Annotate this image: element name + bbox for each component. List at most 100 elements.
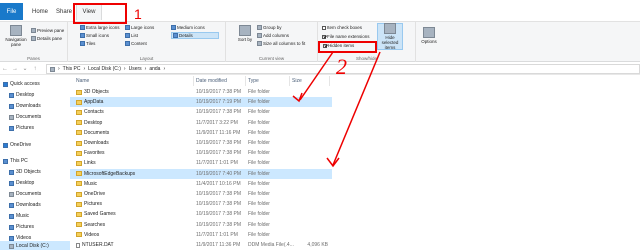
column-header-type[interactable]: Type [246,76,290,86]
table-row[interactable]: Videos 11/7/2017 1:01 PM File folder [70,230,640,240]
table-row[interactable]: Favorites 10/19/2017 7:38 PM File folder [70,148,640,158]
tab-file[interactable]: File [0,3,23,20]
sidebar-item-pictures[interactable]: Pictures [9,123,34,133]
up-arrow-icon[interactable]: ↑ [30,66,40,72]
group-by-button[interactable]: Group by [257,25,282,30]
folder-icon [76,130,82,136]
list-button[interactable]: List [125,33,138,38]
row-size [292,189,328,199]
recent-chevron-icon[interactable]: ⌄ [20,65,30,72]
row-date: 11/9/2017 11:16 PM [196,129,241,136]
row-type: File folder [248,119,270,126]
item-check-boxes-toggle[interactable]: Item check boxes [322,25,362,30]
tab-share[interactable]: Share [54,3,74,20]
sidebar-item-quick-access[interactable]: Quick access [3,79,40,89]
table-row[interactable]: AppData 10/19/2017 7:19 PM File folder [70,97,332,108]
sidebar-item-documents[interactable]: Documents [9,112,41,122]
add-columns-button[interactable]: Add columns [257,33,289,38]
sidebar-item-downloads[interactable]: Downloads [9,101,41,111]
pictures-icon [9,125,14,131]
table-row[interactable]: OneDrive 10/19/2017 7:38 PM File folder [70,189,640,199]
preview-pane-button[interactable]: Preview pane [31,28,64,33]
file-name-extensions-checkbox[interactable] [322,34,326,39]
table-row[interactable]: Saved Games 10/19/2017 7:38 PM File folder [70,209,640,219]
details-pane-button[interactable]: Details pane [31,36,62,41]
table-row[interactable]: Desktop 11/7/2017 3:22 PM File folder [70,118,640,128]
details-view-button[interactable]: Details [171,32,219,39]
row-name-cell: Videos [76,230,194,240]
sidebar-item-onedrive[interactable]: OneDrive [3,140,31,150]
breadcrumb-anda[interactable]: anda [149,66,160,72]
breadcrumb-users[interactable]: Users [129,66,142,72]
row-date: 11/4/2017 10:16 PM [196,180,241,187]
sidebar-item-documents-pc[interactable]: Documents [9,189,41,199]
row-name: Favorites [84,150,105,157]
table-row[interactable]: NTUSER.DAT 11/9/2017 11:36 PM DDM Media Fi… [70,240,640,250]
row-size [292,179,328,189]
medium-icons-button[interactable]: Medium icons [171,25,205,30]
row-size [292,87,328,97]
row-type: File folder [248,191,270,198]
sidebar-item-music[interactable]: Music [9,211,29,221]
content-button[interactable]: Content [125,41,147,46]
row-type: File folder [248,150,270,157]
address-bar[interactable]: › This PC › Local Disk (C:) › Users › an… [46,64,640,74]
column-header-size[interactable]: Size [290,76,330,86]
table-row[interactable]: 3D Objects 10/19/2017 7:38 PM File folder [70,87,640,97]
breadcrumb-this-pc[interactable]: This PC [63,66,81,72]
hidden-items-checkbox[interactable] [323,43,327,48]
sidebar-item-local-disk[interactable]: Local Disk (C:) [0,241,70,250]
file-name-extensions-toggle[interactable]: File name extensions [322,34,370,39]
extra-large-icons-button[interactable]: Extra large icons [80,25,120,30]
row-name: Documents [84,129,110,136]
row-name: Searches [84,221,106,228]
navigation-pane-button[interactable]: Navigation pane [3,25,29,47]
row-name-cell: Searches [76,220,194,230]
table-row[interactable]: Music 11/4/2017 10:16 PM File folder [70,179,640,189]
folder-icon [76,150,82,156]
table-row[interactable]: Downloads 10/19/2017 7:38 PM File folder [70,138,640,148]
hidden-items-toggle[interactable]: Hidden items [323,43,354,48]
row-type: File folder [248,99,270,106]
downloads-icon [9,103,14,109]
row-size: 4,096 KB [307,242,328,249]
options-button[interactable]: Options [418,27,440,44]
file-list: Name Date modified Type Size 3D Objects 1… [70,76,640,250]
forward-arrow-icon[interactable]: → [10,66,20,72]
navigation-pane-icon [10,25,22,36]
show-hide-label: Show/hide [355,56,377,61]
tab-view[interactable]: View [76,3,102,20]
folder-icon [76,211,82,217]
hide-selected-items-button[interactable]: Hide selected items [377,23,403,50]
large-icons-button[interactable]: Large icons [125,25,154,30]
folder-icon [76,140,82,146]
column-header-date[interactable]: Date modified [194,76,246,86]
back-arrow-icon[interactable]: ← [0,66,10,72]
row-type: File folder [248,109,270,116]
tiles-button[interactable]: Tiles [80,41,95,46]
table-row[interactable]: Pictures 10/19/2017 7:38 PM File folder [70,199,640,209]
sidebar-item-desktop[interactable]: Desktop [9,90,34,100]
small-icons-button[interactable]: Small icons [80,33,109,38]
table-row[interactable]: Searches 10/19/2017 7:38 PM File folder [70,220,640,230]
row-name: AppData [84,99,104,106]
breadcrumb-local-disk[interactable]: Local Disk (C:) [88,66,121,72]
sidebar-item-pictures-pc[interactable]: Pictures [9,222,34,232]
item-check-boxes-checkbox[interactable] [322,25,326,30]
column-header-name[interactable]: Name [70,76,194,86]
table-row[interactable]: MicrosoftEdgeBackups 10/19/2017 7:40 PM Fi… [70,168,332,179]
row-name-cell: Favorites [76,148,194,158]
tab-home[interactable]: Home [27,3,53,20]
sort-by-button[interactable]: Sort by [236,25,254,42]
size-all-columns-button[interactable]: Size all columns to fit [257,41,305,46]
row-type: File folder [248,160,270,167]
table-row[interactable]: Links 11/7/2017 1:01 PM File folder [70,158,640,168]
sidebar-item-desktop-pc[interactable]: Desktop [9,178,34,188]
row-type: File folder [248,231,270,238]
row-size [292,97,328,107]
table-row[interactable]: Documents 11/9/2017 11:16 PM File folder [70,128,640,138]
table-row[interactable]: Contacts 10/19/2017 7:38 PM File folder [70,107,640,117]
sidebar-item-this-pc[interactable]: This PC [3,156,28,166]
sidebar-item-downloads-pc[interactable]: Downloads [9,200,41,210]
sidebar-item-3d-objects[interactable]: 3D Objects [9,167,41,177]
